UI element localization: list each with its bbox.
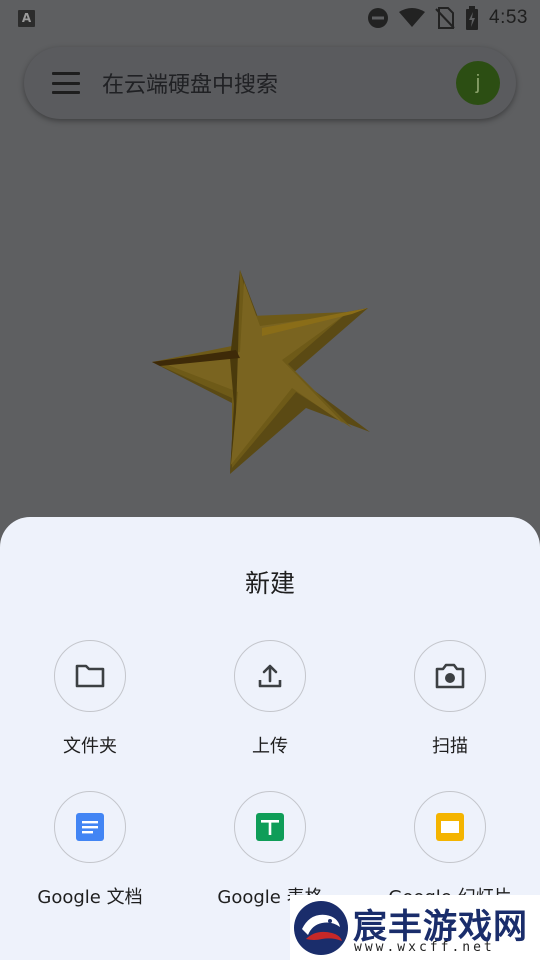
scan-button[interactable]: 扫描 (360, 640, 540, 758)
docs-icon (76, 813, 104, 841)
new-folder-label: 文件夹 (63, 736, 117, 757)
empty-state-star-illustration (152, 270, 370, 474)
upload-button[interactable]: 上传 (180, 640, 360, 758)
scan-circle[interactable] (414, 640, 486, 712)
new-item-bottom-sheet: 新建 文件夹 上传 扫描 Google 文档 Google 表格 (0, 517, 540, 960)
google-slides-circle[interactable] (414, 791, 486, 863)
clock: 4:53 (489, 7, 528, 28)
new-folder-button[interactable]: 文件夹 (0, 640, 180, 758)
google-sheets-circle[interactable] (234, 791, 306, 863)
do-not-disturb-icon (368, 8, 389, 28)
upload-icon (258, 664, 282, 688)
avatar[interactable]: j (456, 61, 500, 105)
menu-icon[interactable] (52, 72, 80, 94)
sheet-title: 新建 (244, 569, 295, 598)
search-bar[interactable]: 在云端硬盘中搜索 j (24, 47, 516, 119)
no-sim-icon (435, 7, 455, 29)
site-watermark: 宸丰游戏网 www.wxcff.net (290, 895, 540, 960)
google-docs-label: Google 文档 (37, 887, 143, 908)
search-input[interactable]: 在云端硬盘中搜索 (102, 67, 456, 99)
wifi-icon (399, 8, 426, 27)
google-docs-circle[interactable] (54, 791, 126, 863)
folder-icon (75, 664, 105, 688)
google-slides-button[interactable]: Google 幻灯片 (360, 791, 540, 909)
google-docs-button[interactable]: Google 文档 (0, 791, 180, 909)
watermark-url: www.wxcff.net (354, 940, 495, 955)
scan-label: 扫描 (432, 736, 468, 757)
sheets-icon (256, 813, 284, 841)
google-sheets-button[interactable]: Google 表格 (180, 791, 360, 909)
status-bar: A 4:53 (0, 0, 540, 36)
camera-icon (435, 663, 465, 689)
notification-app-icon: A (18, 9, 35, 27)
dragon-logo-icon (294, 901, 348, 955)
upload-label: 上传 (252, 736, 288, 757)
slides-icon (436, 813, 464, 841)
upload-circle[interactable] (234, 640, 306, 712)
new-folder-circle[interactable] (54, 640, 126, 712)
battery-icon (466, 6, 479, 30)
